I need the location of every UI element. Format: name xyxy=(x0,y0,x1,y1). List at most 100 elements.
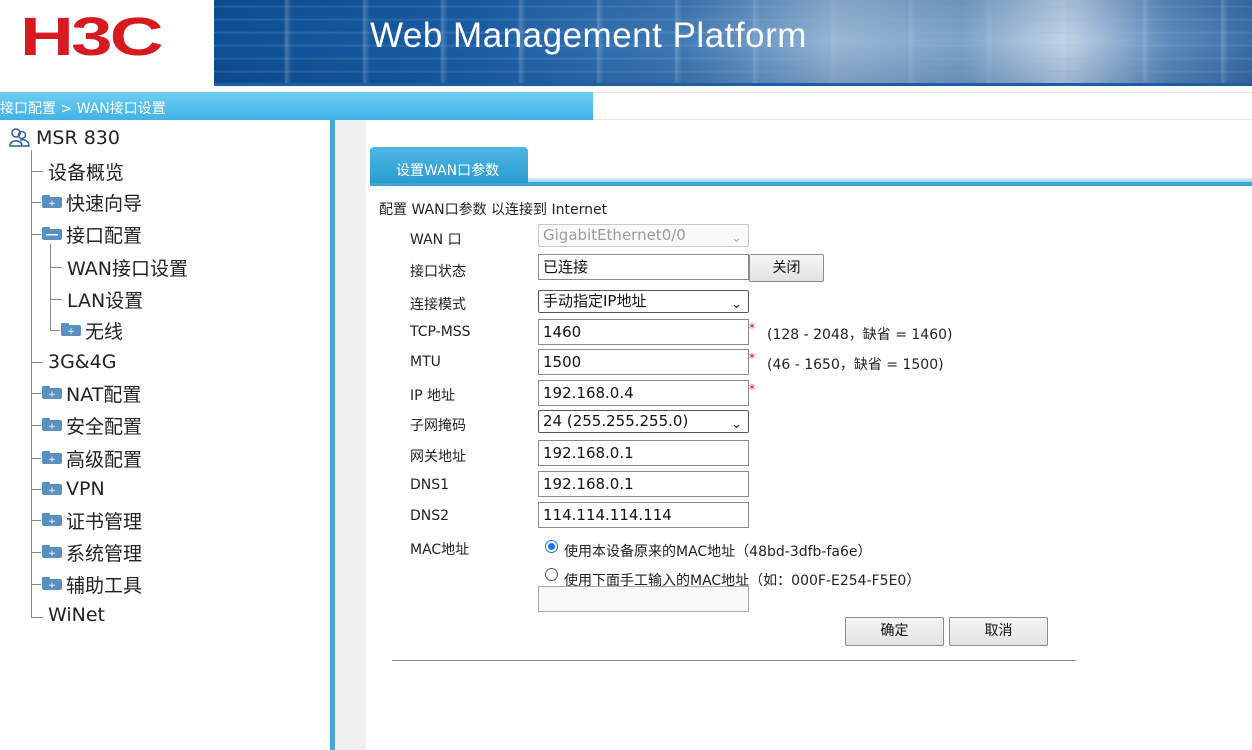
mode-value: 手动指定IP地址 xyxy=(543,292,647,310)
mac-manual-radio[interactable] xyxy=(545,568,558,581)
dns1-label: DNS1 xyxy=(410,477,450,493)
tree-line xyxy=(31,362,43,363)
sidebar-item-lan-settings[interactable]: LAN设置 xyxy=(67,285,143,313)
mask-value: 24 (255.255.255.0) xyxy=(543,412,689,430)
platform-title: Web Management Platform xyxy=(370,16,807,55)
tree-line xyxy=(31,489,41,490)
tab-wan-params[interactable]: 设置WAN口参数 xyxy=(370,147,528,183)
mac-default-radio[interactable] xyxy=(545,540,558,553)
svg-text:+: + xyxy=(67,327,75,337)
sidebar-item-label: LAN设置 xyxy=(67,289,144,312)
tree-root-label: MSR 830 xyxy=(36,127,120,149)
svg-text:+: + xyxy=(48,581,56,591)
tree-line xyxy=(31,234,41,235)
mask-select[interactable]: 24 (255.255.255.0) ⌄ xyxy=(538,410,749,433)
users-icon xyxy=(9,128,30,147)
required-mark: * xyxy=(749,351,755,365)
tcp-mss-input[interactable]: 1460 xyxy=(538,319,749,345)
sidebar-item-label: 3G&4G xyxy=(48,351,117,373)
dns2-label: DNS2 xyxy=(410,508,450,524)
tree-line xyxy=(50,330,60,331)
tree-line xyxy=(50,299,62,300)
sidebar-item-vpn[interactable]: + VPN xyxy=(41,475,105,503)
mac-default-label: 使用本设备原来的MAC地址（48bd-3dfb-fa6e） xyxy=(564,544,872,560)
header: H3C Web Management Platform xyxy=(0,0,1252,86)
folder-closed-icon: + xyxy=(42,386,62,400)
folder-closed-icon: + xyxy=(42,513,62,527)
h3c-logo: H3C xyxy=(0,0,214,83)
folder-closed-icon: + xyxy=(42,482,62,496)
sidebar-item-label: 系统管理 xyxy=(66,542,143,565)
tree-line xyxy=(31,202,41,203)
sidebar-item-label: 辅助工具 xyxy=(66,574,143,597)
sidebar-item-nat[interactable]: + NAT配置 xyxy=(41,379,141,407)
gateway-label: 网关地址 xyxy=(410,449,466,465)
sidebar-item-wan-settings[interactable]: WAN接口设置 xyxy=(67,253,188,281)
sidebar-item-label: NAT配置 xyxy=(66,383,142,406)
svg-text:+: + xyxy=(48,549,56,559)
header-banner: Web Management Platform xyxy=(214,0,1252,83)
sidebar-item-label: 安全配置 xyxy=(66,415,143,438)
mtu-hint: (46 - 1650，缺省 = 1500) xyxy=(767,357,944,373)
tcp-mss-hint: (128 - 2048，缺省 = 1460) xyxy=(767,327,953,343)
folder-closed-icon: + xyxy=(42,545,62,559)
tab-label: 设置WAN口参数 xyxy=(396,163,500,179)
gateway-input[interactable]: 192.168.0.1 xyxy=(538,440,749,466)
sidebar-item-label: 设备概览 xyxy=(48,161,125,184)
status-field: 已连接 xyxy=(538,254,749,280)
folder-closed-icon: + xyxy=(42,451,62,465)
sidebar-item-system[interactable]: + 系统管理 xyxy=(41,538,142,566)
wan-port-value: GigabitEthernet0/0 xyxy=(543,226,686,244)
wan-port-select: GigabitEthernet0/0 ⌄ xyxy=(538,224,749,247)
sidebar-item-security[interactable]: + 安全配置 xyxy=(41,411,142,439)
sidebar-item-tools[interactable]: + 辅助工具 xyxy=(41,570,142,598)
dns1-input[interactable]: 192.168.0.1 xyxy=(538,471,749,497)
tree-line xyxy=(31,617,43,618)
dns2-input[interactable]: 114.114.114.114 xyxy=(538,502,749,528)
breadcrumb-bar-filler xyxy=(593,92,1252,120)
sidebar-item-wireless[interactable]: + 无线 xyxy=(60,316,123,344)
sidebar-item-advanced[interactable]: + 高级配置 xyxy=(41,444,142,472)
sidebar-divider xyxy=(335,120,366,750)
sidebar-item-label: 快速向导 xyxy=(66,192,143,215)
tree-line xyxy=(31,520,41,521)
folder-closed-icon: + xyxy=(42,577,62,591)
tree-line xyxy=(31,171,43,172)
required-mark: * xyxy=(749,321,755,335)
tree-line xyxy=(31,458,41,459)
sidebar-item-certificates[interactable]: + 证书管理 xyxy=(41,506,142,534)
tree-line xyxy=(31,552,41,553)
wan-port-label: WAN 口 xyxy=(410,232,462,248)
sidebar-item-interface-config[interactable]: 接口配置 xyxy=(41,220,142,248)
tree-root-device[interactable]: MSR 830 xyxy=(8,124,120,152)
ip-input[interactable]: 192.168.0.4 xyxy=(538,380,749,406)
mac-manual-input[interactable] xyxy=(538,586,749,612)
ip-label: IP 地址 xyxy=(410,388,456,404)
svg-text:+: + xyxy=(48,199,56,209)
sidebar-item-label: 接口配置 xyxy=(66,224,143,247)
svg-text:+: + xyxy=(48,517,56,527)
mode-select[interactable]: 手动指定IP地址 ⌄ xyxy=(538,290,749,313)
sidebar-item-label: 证书管理 xyxy=(66,510,143,533)
svg-text:+: + xyxy=(48,390,56,400)
chevron-down-icon: ⌄ xyxy=(731,417,742,432)
close-interface-button[interactable]: 关闭 xyxy=(749,254,824,282)
folder-closed-icon: + xyxy=(61,323,81,337)
ok-button[interactable]: 确定 xyxy=(845,617,944,646)
header-divider xyxy=(214,83,1252,86)
sidebar-item-label: WiNet xyxy=(48,604,105,626)
cancel-button[interactable]: 取消 xyxy=(949,617,1048,646)
tree-line xyxy=(31,425,41,426)
sidebar-item-quick-wizard[interactable]: + 快速向导 xyxy=(41,188,142,216)
required-mark: * xyxy=(749,382,755,396)
tree-line xyxy=(31,150,32,618)
folder-closed-icon: + xyxy=(42,195,62,209)
folder-closed-icon: + xyxy=(42,418,62,432)
sidebar-item-3g4g[interactable]: 3G&4G xyxy=(48,348,116,376)
sidebar-item-winet[interactable]: WiNet xyxy=(48,601,105,629)
sidebar-item-overview[interactable]: 设备概览 xyxy=(48,157,124,185)
mode-label: 连接模式 xyxy=(410,297,466,313)
folder-open-icon xyxy=(42,227,62,240)
mtu-input[interactable]: 1500 xyxy=(538,349,749,375)
sidebar-item-label: VPN xyxy=(66,478,105,500)
